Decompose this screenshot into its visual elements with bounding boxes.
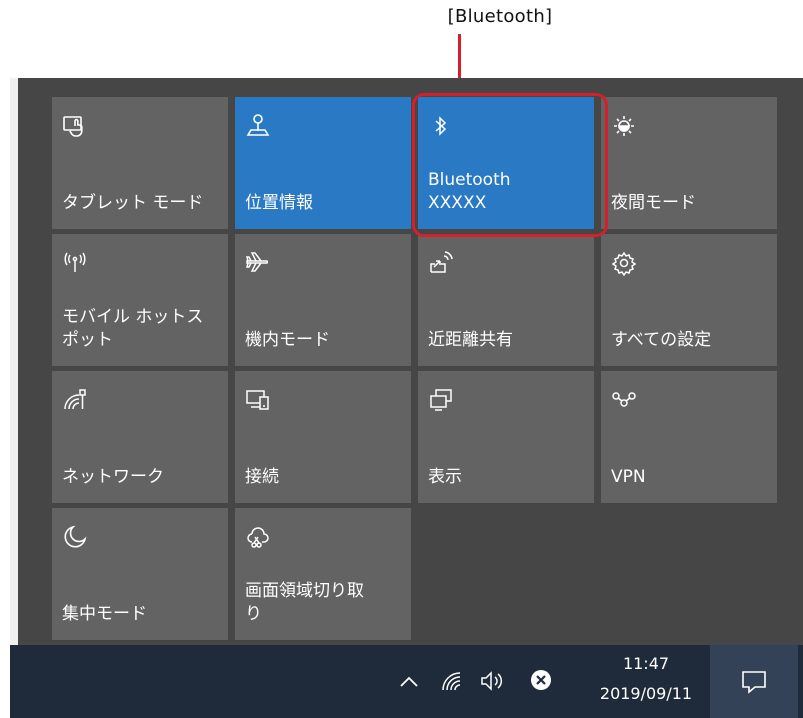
- tile-tablet-mode[interactable]: タブレット モード: [52, 97, 228, 229]
- clock[interactable]: 11:47 2019/09/11: [585, 651, 707, 707]
- gear-icon: [611, 250, 637, 276]
- tile-label: VPN: [611, 467, 646, 487]
- tile-label: 接続: [245, 467, 279, 487]
- tile-label: 夜間モード: [611, 193, 696, 213]
- tile-vpn[interactable]: VPN: [601, 371, 777, 503]
- panel-edge: [10, 78, 18, 645]
- action-center-button[interactable]: [710, 645, 798, 718]
- network-icon: [62, 387, 88, 413]
- tile-label: すべての設定: [611, 330, 712, 350]
- tile-connect[interactable]: 接続: [235, 371, 411, 503]
- tile-label: 表示: [428, 467, 462, 487]
- vpn-icon: [611, 387, 637, 413]
- tablet-mode-icon: [62, 113, 88, 139]
- tile-network[interactable]: ネットワーク: [52, 371, 228, 503]
- tile-label: 集中モード: [62, 604, 147, 624]
- tile-focus-assist[interactable]: 集中モード: [52, 508, 228, 640]
- clock-date: 2019/09/11: [599, 684, 693, 703]
- mobile-hotspot-icon: [62, 250, 88, 276]
- tile-night-light[interactable]: 夜間モード: [601, 97, 777, 229]
- snip-icon: [245, 524, 271, 550]
- taskbar: 11:47 2019/09/11: [10, 645, 803, 718]
- error-icon[interactable]: [530, 669, 552, 691]
- tile-bluetooth[interactable]: Bluetooth XXXXX: [418, 97, 594, 229]
- tile-label: 機内モード: [245, 330, 330, 350]
- tile-label: Bluetooth XXXXX: [428, 170, 511, 213]
- wifi-icon[interactable]: [440, 669, 464, 693]
- tile-location[interactable]: 位置情報: [235, 97, 411, 229]
- project-icon: [428, 387, 454, 413]
- tile-nearby-sharing[interactable]: 近距離共有: [418, 234, 594, 366]
- tile-label: モバイル ホットス ポット: [62, 307, 204, 350]
- tile-label: タブレット モード: [62, 193, 204, 213]
- nearby-sharing-icon: [428, 250, 454, 276]
- tile-project[interactable]: 表示: [418, 371, 594, 503]
- focus-assist-icon: [62, 524, 88, 550]
- chevron-up-icon[interactable]: [398, 671, 420, 693]
- tile-screen-snip[interactable]: 画面領域切り取 り: [235, 508, 411, 640]
- clock-time: 11:47: [622, 654, 670, 673]
- tile-mobile-hotspot[interactable]: モバイル ホットス ポット: [52, 234, 228, 366]
- airplane-icon: [245, 250, 271, 276]
- connect-icon: [245, 387, 271, 413]
- tile-label: 画面領域切り取 り: [245, 581, 364, 624]
- tile-airplane-mode[interactable]: 機内モード: [235, 234, 411, 366]
- volume-icon[interactable]: [479, 669, 507, 693]
- callout-label: [Bluetooth]: [447, 6, 553, 27]
- tile-label: 近距離共有: [428, 330, 513, 350]
- tile-label: ネットワーク: [62, 467, 164, 487]
- bluetooth-icon: [428, 113, 454, 139]
- night-light-icon: [611, 113, 637, 139]
- location-icon: [245, 113, 271, 139]
- action-center-icon: [741, 669, 767, 695]
- tile-label: 位置情報: [245, 193, 313, 213]
- tile-all-settings[interactable]: すべての設定: [601, 234, 777, 366]
